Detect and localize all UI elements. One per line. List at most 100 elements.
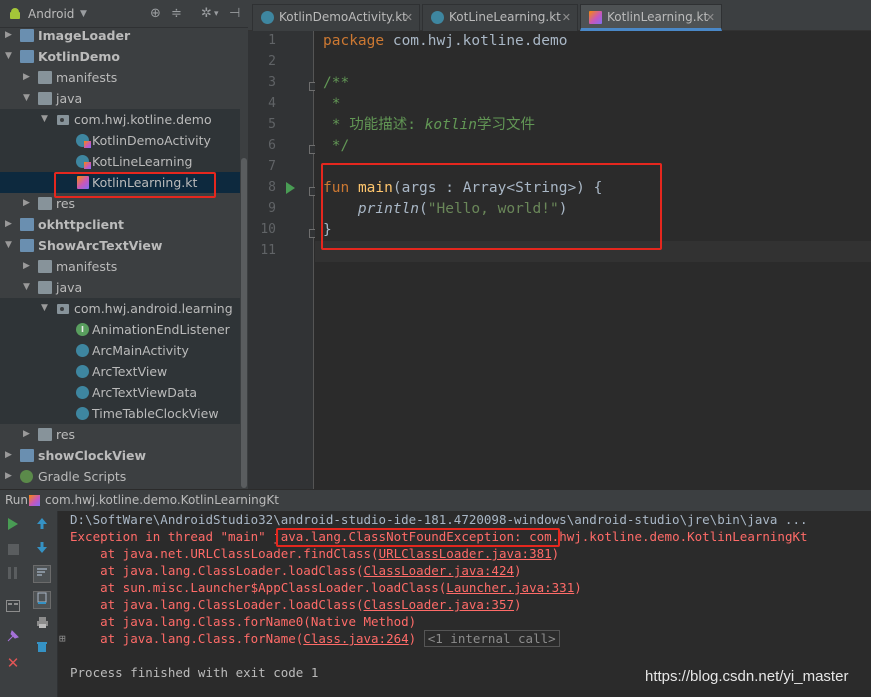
tab-kotlinelearning[interactable]: KotLineLearning.kt ✕ (422, 4, 578, 31)
source-link[interactable]: ClassLoader.java:357 (364, 597, 515, 612)
tab-kotlindemoactivity[interactable]: KotlinDemoActivity.kt ✕ (252, 4, 420, 31)
close-icon[interactable]: ✕ (706, 5, 715, 30)
internal-call-fold[interactable]: <1 internal call> (423, 630, 560, 647)
down-icon[interactable] (33, 541, 51, 559)
module-icon (20, 29, 34, 42)
tree-item-label: TimeTableClockView (92, 406, 219, 421)
console-command-line: D:\SoftWare\AndroidStudio32\android-stud… (70, 512, 808, 527)
tree-item-label: java (56, 280, 83, 295)
tree-item-imageloader[interactable]: ▶ ImageLoader (0, 25, 240, 46)
annotation-box-selected-file (54, 172, 216, 198)
tree-item-arcmainactivity[interactable]: ArcMainActivity (0, 340, 240, 361)
folder-icon (38, 260, 52, 273)
tree-item-okhttpclient[interactable]: ▶ okhttpclient (0, 214, 240, 235)
code-line: /** (323, 75, 350, 91)
run-icon[interactable] (286, 182, 295, 194)
tree-item-kotlindemoactivity[interactable]: KotlinDemoActivity (0, 130, 240, 151)
tree-item-kotlindemo[interactable]: ▼ KotlinDemo (0, 46, 240, 67)
chevron-down-icon[interactable]: ▾ (214, 0, 219, 28)
tree-item-package[interactable]: ▼ com.hwj.android.learning (0, 298, 240, 319)
collapse-arrow-icon[interactable]: ▼ (41, 109, 51, 130)
chevron-down-icon[interactable]: ▼ (80, 0, 87, 28)
code-line: */ (323, 138, 350, 154)
code-editor[interactable]: package com.hwj.kotline.demo /** * * 功能描… (315, 31, 871, 489)
code-line: package com.hwj.kotline.demo (323, 33, 568, 49)
expand-arrow-icon[interactable]: ▶ (5, 25, 15, 46)
pin-icon[interactable] (4, 629, 22, 647)
collapse-arrow-icon[interactable]: ▼ (5, 235, 15, 256)
tab-kotlinlearning[interactable]: KotlinLearning.kt ✕ (580, 4, 722, 31)
expand-arrow-icon[interactable]: ▶ (5, 466, 15, 487)
run-label: Run (5, 493, 29, 507)
tree-item-animationendlistener[interactable]: I AnimationEndListener (0, 319, 240, 340)
tree-item-java[interactable]: ▼ java (0, 277, 240, 298)
source-link[interactable]: Launcher.java:331 (446, 580, 574, 595)
kotlin-file-icon (589, 11, 602, 24)
print-icon[interactable] (33, 616, 51, 634)
folder-icon (38, 92, 52, 105)
tree-item-label: okhttpclient (38, 217, 125, 232)
annotation-box-exception (276, 528, 560, 547)
pause-icon[interactable] (4, 567, 22, 585)
module-icon (20, 239, 34, 252)
collapse-arrow-icon[interactable]: ▼ (23, 277, 33, 298)
tree-item-label: ShowArcTextView (38, 238, 163, 253)
kotlin-class-icon (431, 11, 444, 24)
module-icon (20, 218, 34, 231)
expand-arrow-icon[interactable]: ▶ (23, 193, 33, 214)
tree-item-showclockview[interactable]: ▶ showClockView (0, 445, 240, 466)
collapse-arrow-icon[interactable]: ▼ (23, 88, 33, 109)
scrollbar-thumb[interactable] (241, 158, 247, 488)
source-link[interactable]: URLClassLoader.java:381 (379, 546, 552, 561)
split-icon[interactable]: ≑ (171, 0, 182, 28)
expand-arrow-icon[interactable]: ▶ (23, 256, 33, 277)
source-link[interactable]: Class.java:264 (303, 631, 408, 646)
tree-item-manifests[interactable]: ▶ manifests (0, 256, 240, 277)
close-icon[interactable]: ✕ (4, 654, 22, 672)
tree-item-res[interactable]: ▶ res (0, 424, 240, 445)
settings-icon[interactable]: ✲ (201, 0, 212, 28)
expand-arrow-icon[interactable]: ▶ (23, 67, 33, 88)
close-icon[interactable]: ✕ (562, 5, 571, 30)
tree-scrollbar[interactable] (240, 28, 248, 489)
tab-label: KotLineLearning.kt (449, 10, 561, 24)
tree-item-java[interactable]: ▼ java (0, 88, 240, 109)
tree-item-kotlinelearning[interactable]: KotLineLearning (0, 151, 240, 172)
expand-plus-icon[interactable]: ⊞ (59, 632, 66, 645)
project-view-selector[interactable]: Android (28, 0, 74, 28)
tree-item-label: com.hwj.kotline.demo (74, 112, 212, 127)
run-icon[interactable] (4, 517, 22, 535)
expand-arrow-icon[interactable]: ▶ (5, 214, 15, 235)
line-number: 5 (268, 117, 276, 132)
expand-arrow-icon[interactable]: ▶ (23, 424, 33, 445)
project-tool-window: Android ▼ ⊕ ≑ ✲ ▾ ⊣ ▶ ImageLoader ▼ Kotl… (0, 0, 248, 489)
layout-icon[interactable] (4, 600, 22, 618)
soft-wrap-icon[interactable] (33, 565, 51, 583)
collapse-arrow-icon[interactable]: ▼ (41, 298, 51, 319)
kotlin-class-icon (76, 134, 91, 148)
stop-icon[interactable] (4, 543, 22, 561)
hide-icon[interactable]: ⊣ (229, 0, 240, 28)
tree-item-manifests[interactable]: ▶ manifests (0, 67, 240, 88)
tree-item-label: AnimationEndListener (92, 322, 230, 337)
tree-item-gradle-scripts[interactable]: ▶ Gradle Scripts (0, 466, 240, 487)
code-line: * (323, 96, 341, 112)
tree-item-timetableclockview[interactable]: TimeTableClockView (0, 403, 240, 424)
kotlin-run-config-icon (29, 495, 40, 506)
tree-item-package[interactable]: ▼ com.hwj.kotline.demo (0, 109, 240, 130)
tree-item-showarctextview[interactable]: ▼ ShowArcTextView (0, 235, 240, 256)
tree-item-arctextviewdata[interactable]: ArcTextViewData (0, 382, 240, 403)
class-icon (76, 407, 89, 420)
target-icon[interactable]: ⊕ (150, 0, 161, 28)
collapse-arrow-icon[interactable]: ▼ (5, 46, 15, 67)
tree-item-label: Gradle Scripts (38, 469, 127, 484)
close-icon[interactable]: ✕ (404, 5, 413, 30)
run-config-tab[interactable]: com.hwj.kotline.demo.KotlinLearningKt (45, 490, 279, 511)
up-icon[interactable] (33, 517, 51, 535)
stack-frame: at java.lang.ClassLoader.loadClass(Class… (70, 563, 522, 578)
trash-icon[interactable] (33, 640, 51, 658)
scroll-end-icon[interactable] (33, 591, 51, 609)
source-link[interactable]: ClassLoader.java:424 (364, 563, 515, 578)
tree-item-arctextview[interactable]: ArcTextView (0, 361, 240, 382)
expand-arrow-icon[interactable]: ▶ (5, 445, 15, 466)
